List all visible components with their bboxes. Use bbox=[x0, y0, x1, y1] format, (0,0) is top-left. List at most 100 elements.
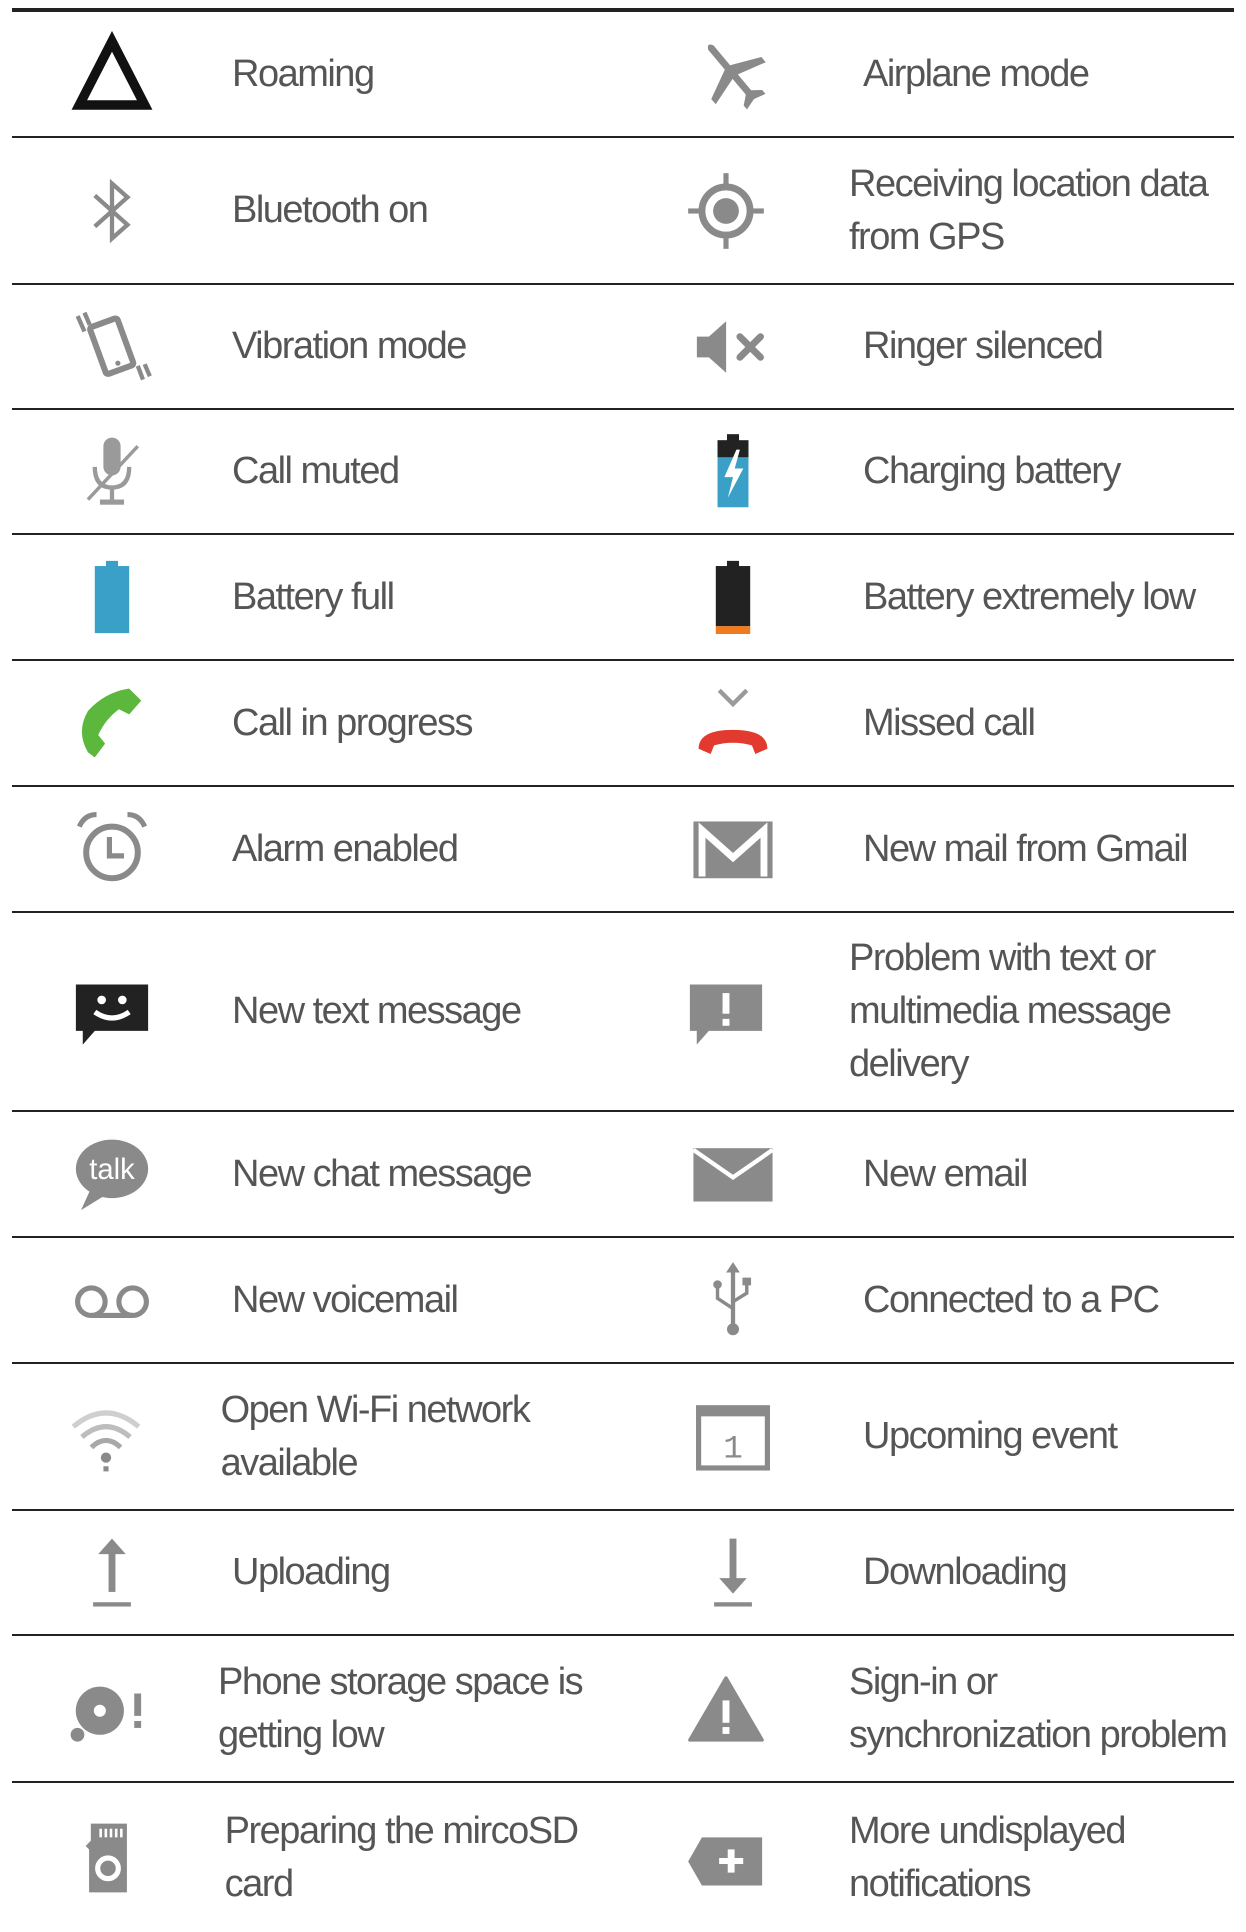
table-row: Uploading Downloading bbox=[12, 1511, 1234, 1636]
table-row: New voicemail Connected to a PC bbox=[12, 1238, 1234, 1364]
mic-muted-icon bbox=[62, 422, 162, 522]
status-label: Phone storage space is getting low bbox=[218, 1660, 584, 1756]
table-cell: Uploading bbox=[12, 1523, 623, 1623]
table-cell: Open Wi-Fi network available bbox=[12, 1384, 623, 1490]
status-label: Problem with text or multimedia message … bbox=[849, 937, 1172, 1085]
table-row: Preparing the mircoSD card More undispla… bbox=[12, 1783, 1234, 1932]
table-row: Vibration mode Ringer silenced bbox=[12, 285, 1234, 410]
table-row: Call muted Charging battery bbox=[12, 410, 1234, 535]
status-label: Call in progress bbox=[232, 701, 474, 744]
table-cell: Roaming bbox=[12, 24, 623, 124]
table-cell: Receiving location data from GPS bbox=[623, 158, 1234, 264]
alarm-icon bbox=[62, 799, 162, 899]
table-cell: Preparing the mircoSD card bbox=[12, 1805, 623, 1911]
sync-problem-icon bbox=[683, 1659, 769, 1759]
table-cell: Downloading bbox=[623, 1523, 1234, 1623]
status-label: Airplane mode bbox=[863, 52, 1090, 95]
voicemail-icon bbox=[62, 1250, 162, 1350]
table-row: Open Wi-Fi network available 1 Upcoming … bbox=[12, 1364, 1234, 1511]
table-cell: Problem with text or multimedia message … bbox=[623, 932, 1234, 1091]
calendar-icon: 1 bbox=[683, 1387, 783, 1487]
table-cell: Battery full bbox=[12, 547, 623, 647]
table-cell: Bluetooth on bbox=[12, 161, 623, 261]
table-cell: Sign-in or synchronization problem bbox=[623, 1656, 1234, 1762]
status-label: Battery extremely low bbox=[863, 575, 1196, 618]
table-cell: Vibration mode bbox=[12, 297, 623, 397]
upload-icon bbox=[62, 1523, 162, 1623]
text-message-icon bbox=[62, 962, 162, 1062]
status-label: Receiving location data from GPS bbox=[849, 162, 1209, 258]
table-cell: Call in progress bbox=[12, 673, 623, 773]
table-cell: Connected to a PC bbox=[623, 1250, 1234, 1350]
wifi-icon bbox=[62, 1387, 151, 1487]
call-in-progress-icon bbox=[62, 673, 162, 773]
status-label: New mail from Gmail bbox=[863, 827, 1189, 870]
airplane-icon bbox=[683, 24, 783, 124]
message-error-icon bbox=[683, 962, 769, 1062]
status-icons-table: Roaming Airplane mode Bluetooth on Recei… bbox=[12, 8, 1234, 1932]
status-label: Battery full bbox=[232, 575, 395, 618]
status-label: Uploading bbox=[232, 1551, 391, 1593]
charging-battery-icon bbox=[683, 422, 783, 522]
gps-icon bbox=[683, 161, 769, 261]
gmail-icon bbox=[683, 799, 783, 899]
status-label: Roaming bbox=[232, 52, 375, 95]
status-label: Downloading bbox=[863, 1551, 1068, 1593]
status-label: More undisplayed notifications bbox=[849, 1809, 1126, 1905]
status-label: Open Wi-Fi network available bbox=[220, 1388, 531, 1484]
table-row: Roaming Airplane mode bbox=[12, 12, 1234, 138]
table-row: Phone storage space is getting low Sign-… bbox=[12, 1636, 1234, 1783]
table-cell: New text message bbox=[12, 962, 623, 1062]
vibration-icon bbox=[62, 297, 162, 397]
roaming-icon bbox=[62, 24, 162, 124]
status-label: Connected to a PC bbox=[863, 1278, 1160, 1321]
table-row: New text message Problem with text or mu… bbox=[12, 913, 1234, 1112]
table-cell: Call muted bbox=[12, 422, 623, 522]
table-cell: More undisplayed notifications bbox=[623, 1805, 1234, 1911]
table-row: Battery full Battery extremely low bbox=[12, 535, 1234, 661]
battery-low-icon bbox=[683, 547, 783, 647]
table-cell: talk New chat message bbox=[12, 1124, 623, 1224]
status-label: New text message bbox=[232, 990, 522, 1032]
status-label: Vibration mode bbox=[232, 325, 467, 367]
download-icon bbox=[683, 1523, 783, 1623]
table-cell: 1 Upcoming event bbox=[623, 1387, 1234, 1487]
battery-full-icon bbox=[62, 547, 162, 647]
calendar-icon-text: 1 bbox=[723, 1430, 743, 1467]
missed-call-icon bbox=[683, 673, 783, 773]
table-cell: Ringer silenced bbox=[623, 297, 1234, 397]
table-cell: New voicemail bbox=[12, 1250, 623, 1350]
more-notifications-icon bbox=[683, 1808, 769, 1908]
status-label: Sign-in or synchronization problem bbox=[849, 1660, 1228, 1756]
usb-icon bbox=[683, 1250, 783, 1350]
table-row: talk New chat message New email bbox=[12, 1112, 1234, 1238]
status-label: Ringer silenced bbox=[863, 325, 1104, 367]
ringer-silenced-icon bbox=[683, 297, 783, 397]
table-cell: Phone storage space is getting low bbox=[12, 1656, 623, 1762]
status-label: Charging battery bbox=[863, 450, 1121, 492]
status-label: Preparing the mircoSD card bbox=[224, 1809, 579, 1905]
status-label: Bluetooth on bbox=[232, 189, 429, 231]
table-cell: Airplane mode bbox=[623, 24, 1234, 124]
status-label: New email bbox=[863, 1152, 1028, 1195]
table-cell: New email bbox=[623, 1124, 1234, 1224]
table-cell: Charging battery bbox=[623, 422, 1234, 522]
status-label: New chat message bbox=[232, 1152, 533, 1195]
email-icon bbox=[683, 1124, 783, 1224]
table-row: Call in progress Missed call bbox=[12, 661, 1234, 787]
status-label: New voicemail bbox=[232, 1278, 459, 1321]
talk-icon-text: talk bbox=[89, 1154, 135, 1186]
sdcard-icon bbox=[62, 1808, 155, 1908]
status-label: Missed call bbox=[863, 701, 1036, 744]
table-row: Bluetooth on Receiving location data fro… bbox=[12, 138, 1234, 285]
table-cell: Alarm enabled bbox=[12, 799, 623, 899]
table-cell: New mail from Gmail bbox=[623, 799, 1234, 899]
bluetooth-icon bbox=[62, 161, 162, 261]
table-row: Alarm enabled New mail from Gmail bbox=[12, 787, 1234, 913]
talk-icon: talk bbox=[62, 1124, 162, 1224]
status-label: Alarm enabled bbox=[232, 827, 459, 870]
table-cell: Missed call bbox=[623, 673, 1234, 773]
table-cell: Battery extremely low bbox=[623, 547, 1234, 647]
status-label: Upcoming event bbox=[863, 1415, 1118, 1457]
storage-low-icon bbox=[62, 1659, 148, 1759]
